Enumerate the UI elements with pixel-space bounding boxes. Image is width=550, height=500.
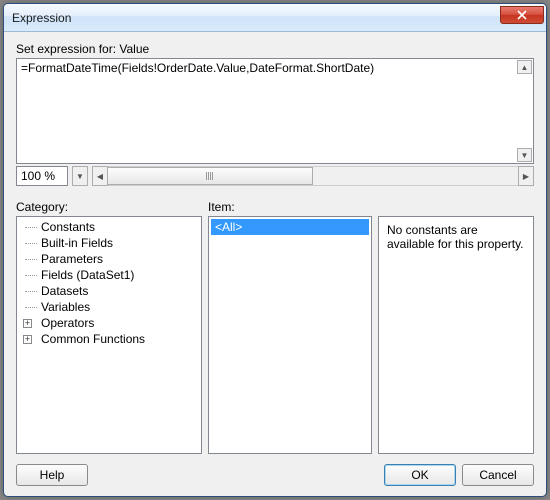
category-node[interactable]: Constants: [19, 219, 199, 235]
description-column: No constants are available for this prop…: [378, 200, 534, 454]
chevron-down-icon: ▼: [521, 151, 529, 160]
tree-connector-icon: [23, 275, 41, 276]
category-label-text[interactable]: Fields (DataSet1): [41, 268, 134, 282]
dialog-body: Set expression for: Value ▲ ▼ 100 % ▼ ◀ …: [4, 32, 546, 496]
category-node[interactable]: Parameters: [19, 251, 199, 267]
category-node[interactable]: Datasets: [19, 283, 199, 299]
editor-hscrollbar[interactable]: ◀ ▶: [92, 166, 534, 186]
ok-button[interactable]: OK: [384, 464, 456, 486]
close-icon: [517, 10, 527, 20]
item-label: Item:: [208, 200, 372, 214]
scroll-track[interactable]: [107, 167, 519, 185]
category-node[interactable]: Built-in Fields: [19, 235, 199, 251]
tree-connector-icon: +: [23, 335, 41, 344]
tree-connector-icon: +: [23, 319, 41, 328]
chevron-down-icon: ▼: [76, 172, 84, 181]
tree-connector-icon: [23, 243, 41, 244]
zoom-dropdown-button[interactable]: ▼: [72, 166, 88, 186]
titlebar: Expression: [4, 4, 546, 32]
category-node[interactable]: Fields (DataSet1): [19, 267, 199, 283]
category-label-text[interactable]: Variables: [41, 300, 90, 314]
category-column: Category: Constants Built-in Fields Parame…: [16, 200, 202, 454]
category-label-text[interactable]: Built-in Fields: [41, 236, 113, 250]
category-node[interactable]: Variables: [19, 299, 199, 315]
category-label-text[interactable]: Common Functions: [41, 332, 145, 346]
editor-scroll-up[interactable]: ▲: [517, 60, 532, 74]
expression-editor[interactable]: [17, 59, 533, 163]
footer: Help OK Cancel: [16, 454, 534, 486]
category-label-text[interactable]: Datasets: [41, 284, 88, 298]
description-box: No constants are available for this prop…: [378, 216, 534, 454]
scroll-right-button[interactable]: ▶: [518, 166, 534, 186]
zoom-value[interactable]: 100 %: [16, 166, 68, 186]
tree-expander[interactable]: +: [23, 335, 32, 344]
expression-label: Set expression for: Value: [16, 42, 534, 56]
scroll-grip-icon: [206, 172, 214, 180]
description-spacer: [378, 200, 534, 214]
item-list[interactable]: <All>: [208, 216, 372, 454]
chevron-up-icon: ▲: [521, 63, 529, 72]
close-button[interactable]: [500, 6, 544, 24]
tree-connector-icon: [23, 227, 41, 228]
scroll-left-button[interactable]: ◀: [92, 166, 108, 186]
tree-connector-icon: [23, 291, 41, 292]
category-node[interactable]: + Common Functions: [19, 331, 199, 347]
item-column: Item: <All>: [208, 200, 372, 454]
cancel-button[interactable]: Cancel: [462, 464, 534, 486]
chevron-right-icon: ▶: [523, 172, 529, 181]
expression-editor-wrap: ▲ ▼: [16, 58, 534, 164]
chevron-left-icon: ◀: [97, 172, 103, 181]
description-text: No constants are available for this prop…: [381, 219, 531, 255]
editor-scroll-down[interactable]: ▼: [517, 148, 532, 162]
window-title: Expression: [12, 11, 500, 25]
category-node[interactable]: + Operators: [19, 315, 199, 331]
lower-panels: Category: Constants Built-in Fields Parame…: [16, 200, 534, 454]
scroll-thumb[interactable]: [107, 167, 313, 185]
category-list[interactable]: Constants Built-in Fields Parameters Fields…: [16, 216, 202, 454]
tree-connector-icon: [23, 259, 41, 260]
tree-expander[interactable]: +: [23, 319, 32, 328]
item-entry[interactable]: <All>: [211, 219, 369, 235]
category-label-text[interactable]: Parameters: [41, 252, 103, 266]
category-label: Category:: [16, 200, 202, 214]
expression-dialog: Expression Set expression for: Value ▲ ▼…: [3, 3, 547, 497]
category-label-text[interactable]: Constants: [41, 220, 95, 234]
zoom-row: 100 % ▼ ◀ ▶: [16, 166, 534, 186]
help-button[interactable]: Help: [16, 464, 88, 486]
tree-connector-icon: [23, 307, 41, 308]
category-label-text[interactable]: Operators: [41, 316, 94, 330]
